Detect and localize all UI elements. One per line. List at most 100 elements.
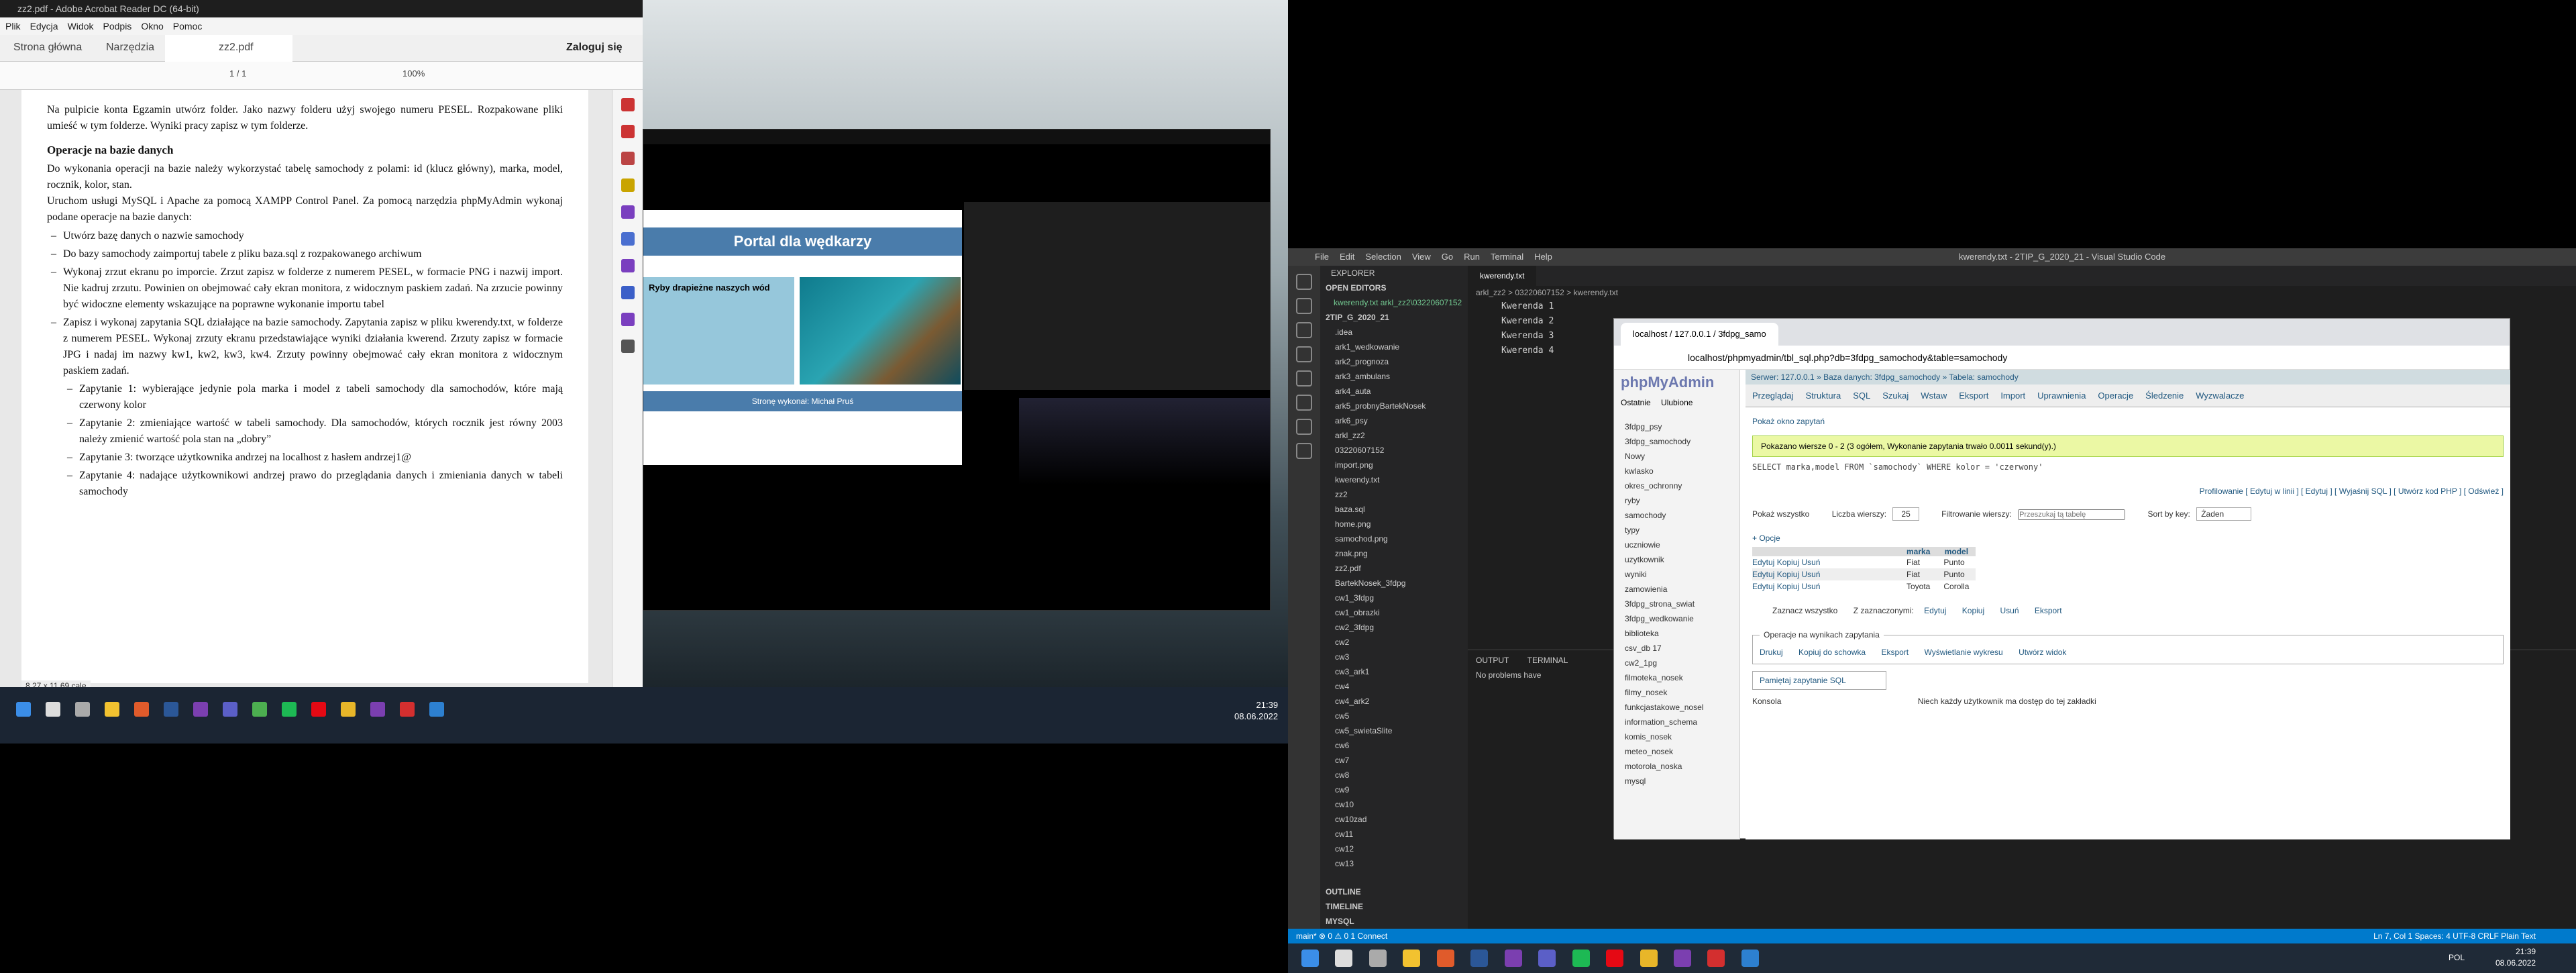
open-editor-item[interactable]: kwerendy.txt arkl_zz2\03220607152 (1320, 295, 1468, 310)
panel-tab-output[interactable]: OUTPUT (1476, 656, 1509, 665)
nav-search[interactable]: Szukaj (1882, 385, 1909, 407)
profiling-links[interactable]: Profilowanie [ Edytuj w linii ] [ Edytuj… (1752, 486, 2504, 496)
organize-icon[interactable] (621, 205, 635, 219)
db-tree-item[interactable]: typy (1625, 523, 1739, 537)
show-query-box-link[interactable]: Pokaż okno zapytań (1746, 407, 2510, 430)
op-print[interactable]: Drukuj (1760, 648, 1783, 657)
db-tree-item[interactable]: filmoteka_nosek (1625, 670, 1739, 685)
delete-link[interactable]: Usuń (1801, 570, 1820, 579)
vscode-icon[interactable] (429, 702, 444, 717)
timeline-header[interactable]: TIMELINE (1326, 899, 1363, 914)
db-tree-item[interactable]: wyniki (1625, 567, 1739, 582)
menu-help[interactable]: Pomoc (173, 21, 203, 32)
netflix-icon[interactable] (1606, 950, 1624, 967)
bookmark-query[interactable]: Pamiętaj zapytanie SQL (1752, 671, 1886, 690)
tree-item[interactable]: cw1_3fdpg (1320, 591, 1468, 605)
rows-select[interactable]: 25 (1892, 507, 1919, 521)
db-tree-item[interactable]: 3fdpg_samochody (1625, 434, 1739, 449)
nav-export[interactable]: Eksport (1959, 385, 1988, 407)
tab-tools[interactable]: Narzędzia (106, 42, 154, 54)
database-icon[interactable] (1296, 443, 1312, 459)
task-view-icon[interactable] (75, 702, 90, 717)
nav-import[interactable]: Import (2000, 385, 2025, 407)
menu-file[interactable]: File (1315, 252, 1329, 262)
nav-privileges[interactable]: Uprawnienia (2037, 385, 2086, 407)
db-tree-item[interactable]: Nowy (1625, 449, 1739, 464)
col-marka[interactable]: marka (1900, 547, 1937, 556)
page-counter[interactable]: 1 / 1 (229, 68, 246, 79)
edit-link[interactable]: Edytuj (1752, 558, 1774, 567)
open-editors-header[interactable]: OPEN EDITORS (1320, 280, 1468, 295)
zoom-level[interactable]: 100% (402, 68, 425, 79)
start-icon[interactable] (1301, 950, 1319, 967)
app-icon[interactable] (252, 702, 267, 717)
search-icon[interactable] (1296, 298, 1312, 314)
create-pdf-icon[interactable] (621, 152, 635, 165)
spotify-icon[interactable] (282, 702, 297, 717)
testing-icon[interactable] (1296, 419, 1312, 435)
chrome-icon[interactable] (341, 702, 356, 717)
table-row[interactable]: Edytuj Kopiuj Usuń Fiat Punto (1752, 568, 1976, 580)
tree-item[interactable]: ark5_probnyBartekNosek (1320, 399, 1468, 413)
more-tools-icon[interactable] (621, 340, 635, 353)
tree-item[interactable]: home.png (1320, 517, 1468, 531)
search-icon[interactable] (46, 702, 60, 717)
tab-document[interactable]: zz2.pdf (165, 35, 292, 62)
db-tree-item[interactable]: zamowienia (1625, 582, 1739, 597)
panel-tab-terminal[interactable]: TERMINAL (1527, 656, 1568, 665)
db-tree-item[interactable]: 3fdpg_psy (1625, 419, 1739, 434)
bulk-copy[interactable]: Kopiuj (1962, 606, 1984, 615)
menu-file[interactable]: Plik (5, 21, 21, 32)
onenote-icon[interactable] (193, 702, 208, 717)
db-tree-item[interactable]: cw2_1pg (1625, 656, 1739, 670)
menu-view[interactable]: Widok (68, 21, 94, 32)
tree-item[interactable]: ark3_ambulans (1320, 369, 1468, 384)
chrome-icon[interactable] (1640, 950, 1658, 967)
db-tree-item[interactable]: kwlasko (1625, 464, 1739, 478)
login-link[interactable]: Zaloguj się (566, 42, 623, 54)
onenote-icon[interactable] (1504, 950, 1522, 967)
comment-icon[interactable] (621, 178, 635, 192)
menu-help[interactable]: Help (1534, 252, 1552, 262)
tree-item[interactable]: ark1_wedkowanie (1320, 340, 1468, 354)
menu-selection[interactable]: Selection (1365, 252, 1401, 262)
menu-run[interactable]: Run (1464, 252, 1480, 262)
app-icon[interactable] (1673, 950, 1691, 967)
fill-sign-icon[interactable] (621, 259, 635, 272)
editor-tab[interactable]: kwerendy.txt (1468, 266, 1537, 286)
db-tree-item[interactable]: uczniowie (1625, 537, 1739, 552)
db-tree-item[interactable]: 3fdpg_strona_swiat (1625, 597, 1739, 611)
bulk-edit[interactable]: Edytuj (1924, 606, 1946, 615)
url-field[interactable]: localhost/phpmyadmin/tbl_sql.php?db=3fdp… (1688, 352, 2007, 363)
bulk-delete[interactable]: Usuń (2000, 606, 2019, 615)
language-indicator[interactable]: POL (2449, 953, 2465, 962)
tree-item[interactable]: cw7 (1320, 753, 1468, 768)
sort-select[interactable]: Żaden (2196, 507, 2252, 521)
nav-insert[interactable]: Wstaw (1921, 385, 1947, 407)
db-tree-item[interactable]: ryby (1625, 493, 1739, 508)
db-tree-item[interactable]: csv_db 17 (1625, 641, 1739, 656)
mysql-header[interactable]: MYSQL (1326, 914, 1354, 929)
file-explorer-icon[interactable] (105, 702, 119, 717)
vscode-icon[interactable] (1741, 950, 1759, 967)
word-icon[interactable] (164, 702, 178, 717)
acrobat-icon[interactable] (1707, 950, 1725, 967)
tree-item[interactable]: zz2 (1320, 487, 1468, 502)
tree-item[interactable]: cw6 (1320, 738, 1468, 753)
copy-link[interactable]: Kopiuj (1777, 582, 1799, 591)
tree-item[interactable]: cw11 (1320, 827, 1468, 841)
nav-browse[interactable]: Przeglądaj (1752, 385, 1793, 407)
tree-item[interactable]: cw2_3fdpg (1320, 620, 1468, 635)
spotify-icon[interactable] (1572, 950, 1590, 967)
db-tree-item[interactable]: samochody (1625, 508, 1739, 523)
status-right[interactable]: Ln 7, Col 1 Spaces: 4 UTF-8 CRLF Plain T… (2373, 929, 2536, 943)
tree-item[interactable]: cw5 (1320, 709, 1468, 723)
app-icon[interactable] (370, 702, 385, 717)
nav-triggers[interactable]: Wyzwalacze (2196, 385, 2244, 407)
filter-input[interactable] (2018, 509, 2126, 520)
tree-item[interactable]: cw10 (1320, 797, 1468, 812)
op-export[interactable]: Eksport (1881, 648, 1909, 657)
tree-item[interactable]: cw3_ark1 (1320, 664, 1468, 679)
tree-item[interactable]: cw1_obrazki (1320, 605, 1468, 620)
teams-icon[interactable] (223, 702, 237, 717)
